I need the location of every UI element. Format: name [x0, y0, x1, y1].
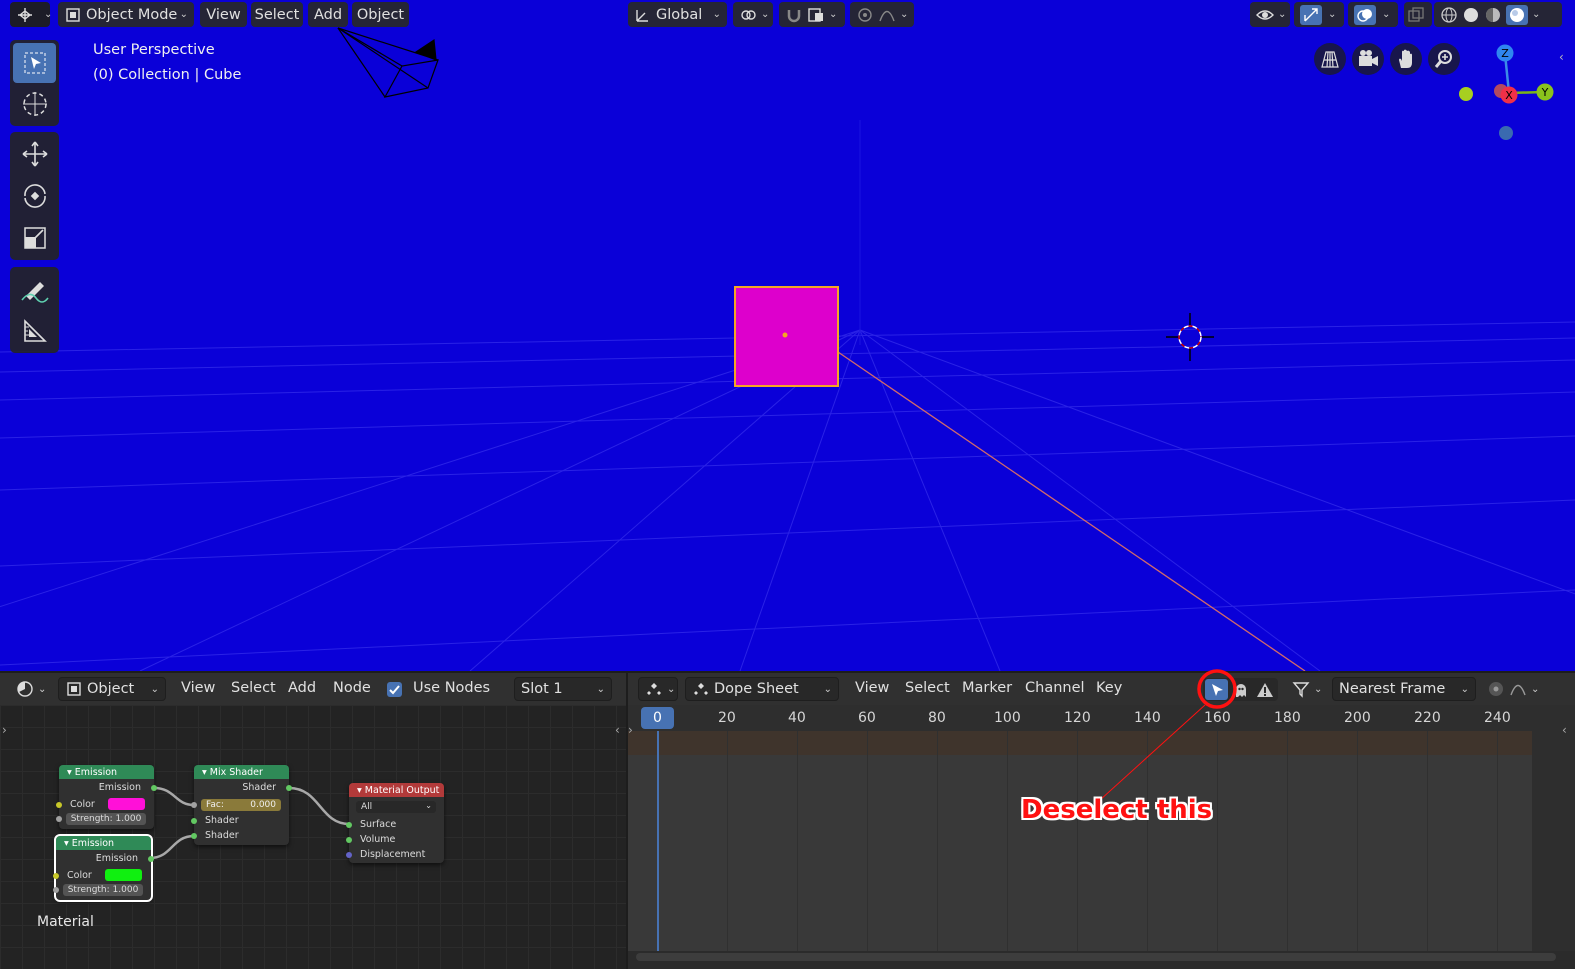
- annotation-circle: [1197, 669, 1237, 709]
- annotation-overlay: [1099, 669, 1237, 801]
- annotation-pointer: [1099, 704, 1206, 801]
- annotation-label: Deselect this: [1021, 795, 1213, 825]
